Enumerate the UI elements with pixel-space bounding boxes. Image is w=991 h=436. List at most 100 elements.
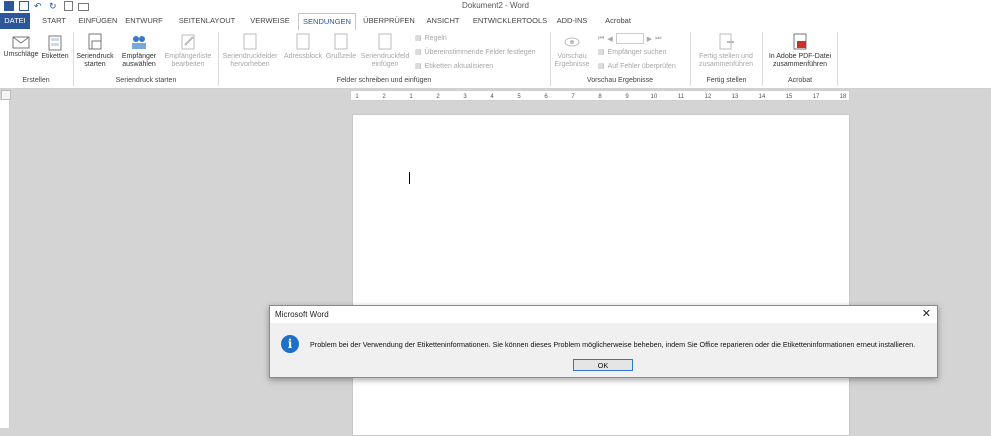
etiketten-aktualisieren-button[interactable]: ▤ Etiketten aktualisieren	[415, 62, 494, 71]
mail-merge-icon	[88, 33, 102, 50]
ruler-corner-tab-selector[interactable]	[1, 90, 11, 100]
ruler-number: 11	[678, 94, 685, 100]
umschlaege-button[interactable]: Umschläge	[2, 35, 40, 59]
check-errors-icon: ▤	[598, 63, 605, 70]
horizontal-ruler[interactable]: 1 2 1 2 3 4 5 6 7 8 9 10 11 12 13 14 15 17 18	[350, 90, 850, 101]
vorschau-ergebnisse-button[interactable]: Vorschau Ergebnisse	[552, 33, 592, 69]
window-title: Dokument2 - Word	[462, 1, 529, 10]
hervorheben-label-1: Seriendruckfelder	[222, 53, 278, 60]
fehler-pruefen-button[interactable]: ▤ Auf Fehler überprüfen	[598, 62, 676, 71]
felder-festlegen-label: Übereinstimmende Felder festlegen	[424, 48, 536, 56]
ruler-number: 7	[571, 94, 575, 100]
empfaengerliste-label-2: bearbeiten	[171, 61, 205, 68]
find-recipient-icon: ▤	[598, 49, 605, 56]
group-label-fertig: Fertig stellen	[706, 77, 747, 84]
recipients-icon	[132, 36, 146, 49]
ruler-number: 2	[436, 94, 440, 100]
ruler-number: 13	[732, 94, 739, 100]
etiketten-button[interactable]: Etiketten	[39, 35, 71, 61]
tab-add-ins[interactable]: ADD-INS	[552, 13, 592, 29]
group-label-acrobat: Acrobat	[787, 77, 813, 84]
ok-button[interactable]: OK	[573, 359, 633, 371]
empfaengerliste-label-1: Empfängerliste	[164, 53, 212, 60]
adobe-pdf-icon	[793, 33, 807, 50]
ruler-number: 2	[382, 94, 386, 100]
tab-start[interactable]: START	[34, 13, 74, 29]
empfaenger-suchen-button[interactable]: ▤ Empfänger suchen	[598, 48, 667, 57]
empfaenger-label-1: Empfänger	[121, 53, 157, 60]
record-number-input[interactable]	[615, 33, 644, 44]
adressblock-label: Adressblock	[283, 53, 323, 60]
ruler-number: 17	[813, 94, 820, 100]
last-record-icon[interactable]: ⏭	[655, 35, 661, 43]
tab-datei[interactable]: DATEI	[0, 13, 30, 29]
ruler-number: 14	[759, 94, 766, 100]
pdf-label-1: In Adobe PDF-Datei	[768, 53, 832, 60]
tab-einfuegen[interactable]: EINFÜGEN	[76, 13, 120, 29]
umschlaege-label: Umschläge	[3, 51, 39, 58]
close-icon[interactable]: ✕	[922, 308, 931, 320]
group-label-erstellen: Erstellen	[22, 77, 50, 84]
tab-ansicht[interactable]: ANSICHT	[421, 13, 465, 29]
insert-field-icon	[378, 33, 392, 50]
tab-entwicklertools[interactable]: ENTWICKLERTOOLS	[472, 13, 548, 29]
seriendruck-starten-button[interactable]: Seriendruck starten	[76, 33, 114, 69]
first-record-icon[interactable]: ⏮	[598, 35, 604, 43]
fertig-stellen-button[interactable]: Fertig stellen und zusammenführen	[693, 33, 759, 69]
next-record-icon[interactable]: ▶	[647, 35, 652, 43]
update-labels-icon: ▤	[415, 63, 422, 70]
in-adobe-pdf-button[interactable]: In Adobe PDF-Datei zusammenführen	[764, 33, 836, 69]
finish-merge-icon	[719, 33, 734, 50]
tab-acrobat[interactable]: Acrobat	[598, 13, 638, 29]
tab-seitenlayout[interactable]: SEITENLAYOUT	[175, 13, 239, 29]
tab-ueberpruefen[interactable]: ÜBERPRÜFEN	[362, 13, 416, 29]
adressblock-button[interactable]: Adressblock	[281, 33, 325, 61]
ruler-number: 18	[840, 94, 847, 100]
fertig-label-1: Fertig stellen und	[699, 53, 753, 60]
info-icon: i	[281, 335, 299, 353]
empfaenger-suchen-label: Empfänger suchen	[607, 48, 667, 56]
ruler-number: 15	[786, 94, 793, 100]
seriendruckfeld-einfuegen-button[interactable]: Seriendruckfeld einfügen	[357, 33, 413, 69]
empfaengerliste-bearbeiten-button[interactable]: Empfängerliste bearbeiten	[162, 33, 214, 69]
fertig-label-2: zusammenführen	[698, 61, 754, 68]
tab-verweise[interactable]: VERWEISE	[246, 13, 294, 29]
preview-results-icon	[564, 37, 580, 47]
tab-sendungen[interactable]: SENDUNGEN	[298, 13, 356, 31]
group-label-felder: Felder schreiben und einfügen	[336, 77, 432, 84]
vertical-ruler[interactable]	[0, 100, 10, 428]
hervorheben-label-2: hervorheben	[230, 61, 270, 68]
etiketten-label: Etiketten	[41, 53, 69, 60]
grusszeile-button[interactable]: Grußzeile	[324, 33, 358, 61]
address-block-icon	[296, 33, 310, 50]
greeting-line-icon	[334, 33, 348, 50]
ruler-number: 5	[517, 94, 521, 100]
ruler-number: 1	[355, 94, 359, 100]
tab-entwurf[interactable]: ENTWURF	[122, 13, 166, 29]
dialog-message: Problem bei der Verwendung der Etiketten…	[310, 340, 916, 349]
felder-festlegen-button[interactable]: ▤ Übereinstimmende Felder festlegen	[415, 48, 536, 57]
grusszeile-label: Grußzeile	[325, 53, 357, 60]
einfuegen-label-1: Seriendruckfeld	[360, 53, 410, 60]
ruler-number: 6	[544, 94, 548, 100]
edit-list-icon	[181, 34, 195, 50]
ruler-ticks: 1 2 1 2 3 4 5 6 7 8 9 10 11 12 13 14 15 17 18	[355, 94, 847, 100]
etiketten-aktualisieren-label: Etiketten aktualisieren	[424, 62, 494, 70]
regeln-label: Regeln	[424, 34, 447, 42]
pdf-label-2: zusammenführen	[772, 61, 828, 68]
fehler-pruefen-label: Auf Fehler überprüfen	[607, 62, 676, 70]
empfaenger-auswaehlen-button[interactable]: Empfänger auswählen	[118, 33, 160, 69]
ruler-number: 8	[598, 94, 602, 100]
match-fields-icon: ▤	[415, 49, 422, 56]
rules-icon: ▤	[415, 35, 422, 42]
seriendruckfelder-hervorheben-button[interactable]: Seriendruckfelder hervorheben	[220, 33, 280, 69]
envelope-icon	[12, 36, 30, 49]
vorschau-label-1: Vorschau	[557, 53, 587, 60]
document-page[interactable]	[352, 114, 850, 436]
regeln-button[interactable]: ▤ Regeln	[415, 34, 447, 43]
text-cursor	[409, 172, 410, 184]
labels-icon	[48, 35, 62, 51]
ruler-number: 1	[409, 94, 413, 100]
ruler-number: 3	[463, 94, 467, 100]
previous-record-icon[interactable]: ◀	[607, 35, 612, 43]
